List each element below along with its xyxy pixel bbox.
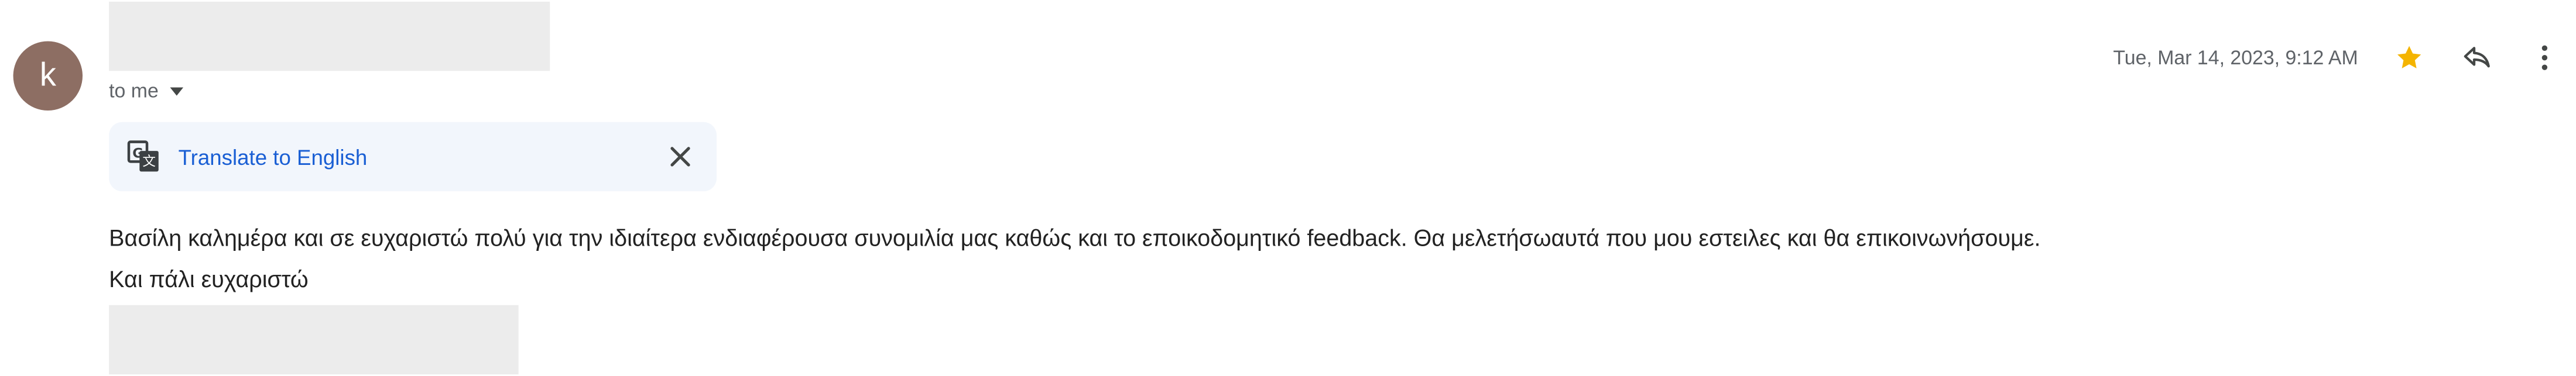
message-date: Tue, Mar 14, 2023, 9:12 AM bbox=[2113, 46, 2358, 70]
close-icon bbox=[670, 147, 690, 167]
more-options-button[interactable] bbox=[2523, 36, 2566, 79]
message-body-line: Και πάλι ευχαριστώ bbox=[109, 265, 309, 292]
sender-avatar[interactable]: k bbox=[13, 41, 83, 111]
caret-down-icon bbox=[170, 87, 184, 95]
svg-text:文: 文 bbox=[142, 154, 156, 169]
more-vert-icon bbox=[2541, 45, 2548, 70]
recipients-label: to me bbox=[109, 79, 159, 102]
avatar-letter: k bbox=[39, 57, 56, 94]
star-button[interactable] bbox=[2387, 36, 2430, 79]
translate-banner: G 文 Translate to English bbox=[109, 122, 717, 192]
message-body-line: Βασίλη καλημέρα και σε ευχαριστώ πολύ γι… bbox=[109, 224, 2041, 251]
redacted-signature bbox=[109, 305, 519, 375]
redacted-sender-name bbox=[109, 1, 550, 71]
translate-to-english-link[interactable]: Translate to English bbox=[179, 145, 368, 170]
translate-icon: G 文 bbox=[127, 140, 159, 172]
email-message: k to me Tue, Mar 14, 2023, 9:12 AM G 文 T… bbox=[0, 0, 2576, 376]
reply-button[interactable] bbox=[2455, 36, 2498, 79]
star-icon bbox=[2397, 46, 2421, 68]
recipients-dropdown[interactable]: to me bbox=[109, 79, 184, 102]
reply-icon bbox=[2464, 47, 2490, 68]
close-translate-button[interactable] bbox=[664, 140, 697, 173]
